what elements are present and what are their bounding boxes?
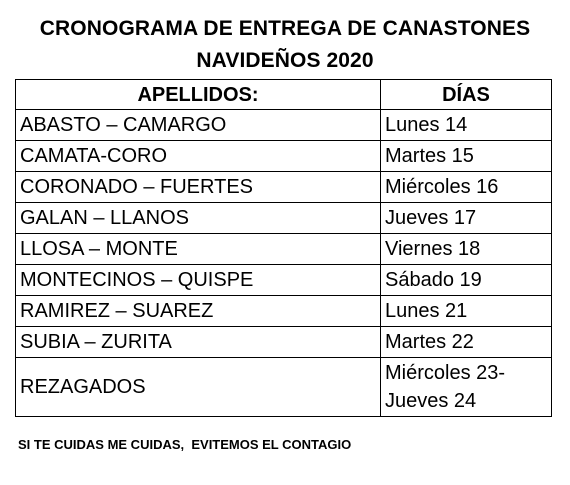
cell-apellidos: LLOSA – MONTE [15, 233, 381, 265]
cell-apellidos: ABASTO – CAMARGO [15, 109, 381, 141]
cell-apellidos: SUBIA – ZURITA [15, 326, 381, 358]
cell-dias: Lunes 14 [380, 109, 552, 141]
table-row: ABASTO – CAMARGO Lunes 14 [15, 109, 552, 141]
delivery-schedule-table: APELLIDOS: DÍAS ABASTO – CAMARGO Lunes 1… [15, 79, 552, 417]
cell-apellidos: MONTECINOS – QUISPE [15, 264, 381, 296]
table-row: GALAN – LLANOS Jueves 17 [15, 202, 552, 234]
cell-dias: Miércoles 16 [380, 171, 552, 203]
cell-apellidos: CAMATA-CORO [15, 140, 381, 172]
cell-dias: Sábado 19 [380, 264, 552, 296]
document-title-line-1: CRONOGRAMA DE ENTREGA DE CANASTONES [39, 17, 531, 40]
table-row: CORONADO – FUERTES Miércoles 16 [15, 171, 552, 203]
table-row: REZAGADOS Miércoles 23-Jueves 24 [15, 357, 552, 417]
table-header-row: APELLIDOS: DÍAS [15, 79, 552, 110]
cell-apellidos: GALAN – LLANOS [15, 202, 381, 234]
table-row: SUBIA – ZURITA Martes 22 [15, 326, 552, 358]
table-row: MONTECINOS – QUISPE Sábado 19 [15, 264, 552, 296]
table-row: LLOSA – MONTE Viernes 18 [15, 233, 552, 265]
cell-dias: Martes 15 [380, 140, 552, 172]
table-row: CAMATA-CORO Martes 15 [15, 140, 552, 172]
header-dias: DÍAS [380, 79, 552, 110]
cell-dias: Martes 22 [380, 326, 552, 358]
cell-dias: Lunes 21 [380, 295, 552, 327]
cell-dias: Miércoles 23-Jueves 24 [380, 357, 552, 417]
header-apellidos: APELLIDOS: [15, 79, 381, 110]
cell-apellidos: RAMIREZ – SUAREZ [15, 295, 381, 327]
cell-dias: Jueves 17 [380, 202, 552, 234]
cell-apellidos: CORONADO – FUERTES [15, 171, 381, 203]
footer-slogan: SI TE CUIDAS ME CUIDAS, EVITEMOS EL CONT… [18, 437, 352, 452]
cell-apellidos: REZAGADOS [15, 357, 381, 417]
table-row: RAMIREZ – SUAREZ Lunes 21 [15, 295, 552, 327]
document-title-line-2: NAVIDEÑOS 2020 [196, 49, 374, 72]
cell-dias: Viernes 18 [380, 233, 552, 265]
